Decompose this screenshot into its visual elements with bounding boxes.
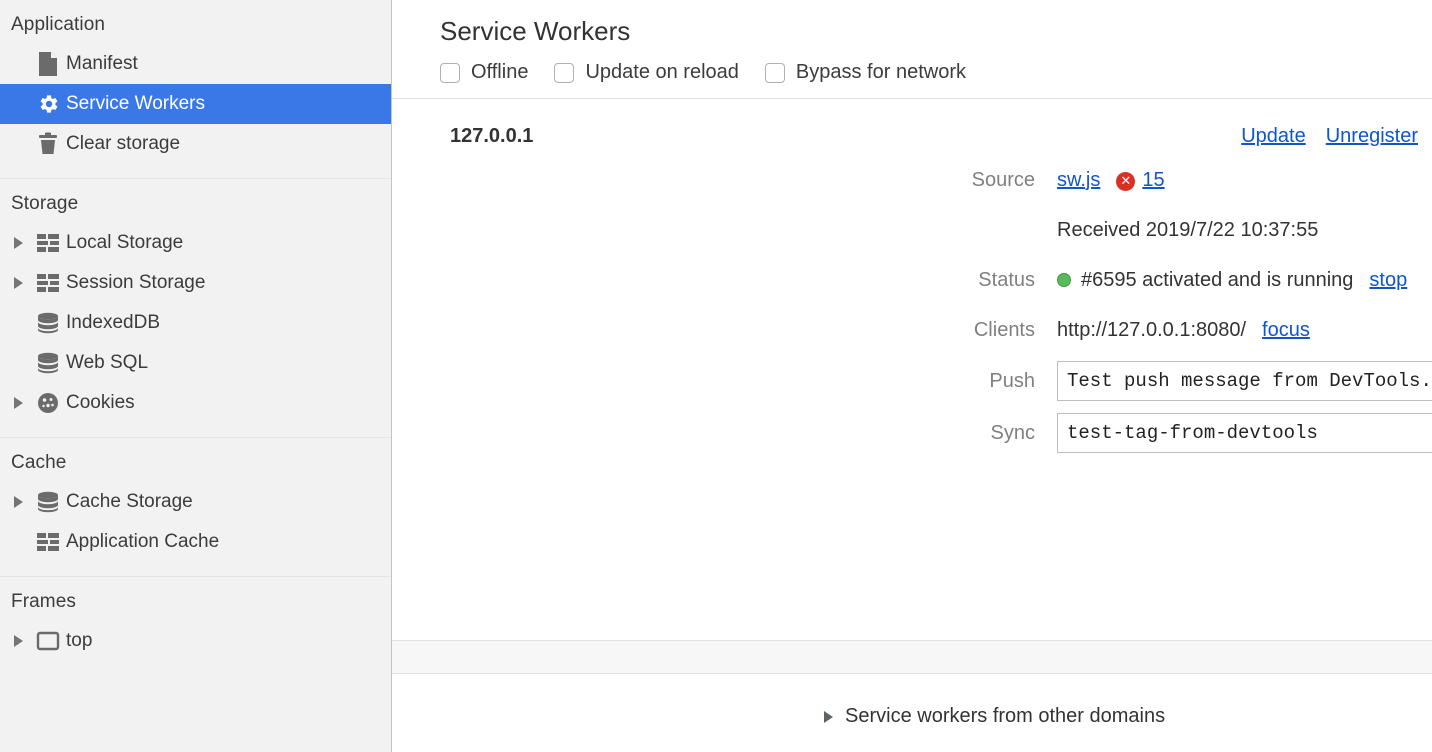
- sidebar-item-application-cache[interactable]: Application Cache: [0, 522, 391, 562]
- sidebar-item-session-storage[interactable]: Session Storage: [0, 263, 391, 303]
- frame-icon: [32, 631, 64, 651]
- sidebar-item-top[interactable]: top: [0, 621, 391, 661]
- status-text: #6595 activated and is running: [1081, 268, 1354, 291]
- sidebar-item-label: Service Workers: [66, 93, 206, 114]
- source-row: Source sw.js ✕ 15: [392, 160, 1432, 200]
- sidebar-item-label: Application Cache: [66, 531, 220, 552]
- stop-link[interactable]: stop: [1369, 269, 1407, 292]
- service-worker-toolbar: Offline Update on reload Bypass for netw…: [440, 61, 1432, 98]
- status-label: Status: [978, 268, 1035, 291]
- sync-input[interactable]: [1057, 413, 1432, 453]
- checkbox-label: Offline: [471, 61, 529, 83]
- sidebar-item-label: Session Storage: [66, 272, 206, 293]
- sidebar-item-service-workers[interactable]: Service Workers: [0, 84, 391, 124]
- sidebar-item-label: Web SQL: [66, 352, 149, 373]
- checkbox-label: Bypass for network: [795, 61, 966, 83]
- checkbox-box[interactable]: [440, 62, 460, 83]
- received-row: Received 2019/7/22 10:37:55: [392, 210, 1432, 250]
- sidebar-item-label: Clear storage: [66, 133, 181, 154]
- service-workers-panel: Service Workers Offline Update on reload…: [392, 0, 1432, 752]
- sidebar-item-manifest[interactable]: Manifest: [0, 44, 391, 84]
- page-title: Service Workers: [440, 16, 631, 46]
- clients-label: Clients: [973, 318, 1035, 341]
- other-domains-toggle[interactable]: Service workers from other domains: [824, 705, 1165, 728]
- sidebar-section-title: Cache: [11, 452, 67, 473]
- chevron-right-icon[interactable]: [14, 397, 32, 409]
- focus-link[interactable]: focus: [1262, 319, 1310, 342]
- sidebar-section-title: Frames: [11, 591, 76, 612]
- service-worker-registration: 127.0.0.1 Update Unregister Source sw.js…: [392, 99, 1432, 454]
- bypass-for-network-checkbox[interactable]: Bypass for network: [764, 61, 966, 84]
- sidebar-section-cache: Cache Cache Storage Application Cache: [0, 438, 391, 577]
- checkbox-box[interactable]: [554, 62, 575, 83]
- chevron-right-icon[interactable]: [14, 635, 32, 647]
- source-label: Source: [971, 168, 1035, 191]
- received-text: Received 2019/7/22 10:37:55: [1057, 218, 1319, 241]
- clients-value: http://127.0.0.1:8080/ focus: [1057, 319, 1310, 342]
- table-icon: [32, 532, 64, 552]
- chevron-right-icon[interactable]: [824, 710, 833, 723]
- offline-checkbox[interactable]: Offline: [440, 61, 528, 84]
- sync-value: Sync: [1057, 412, 1432, 454]
- sidebar-item-label: top: [66, 630, 93, 651]
- chevron-right-icon[interactable]: [14, 496, 32, 508]
- database-icon: [32, 491, 64, 513]
- sidebar-item-indexeddb[interactable]: IndexedDB: [0, 303, 391, 343]
- chevron-right-icon[interactable]: [14, 237, 32, 249]
- push-input[interactable]: [1057, 361, 1432, 401]
- registration-header: 127.0.0.1 Update Unregister: [392, 99, 1432, 148]
- sidebar-section-title: Storage: [11, 193, 79, 214]
- sidebar-section-title: Application: [11, 14, 106, 35]
- clients-row: Clients http://127.0.0.1:8080/ focus: [392, 310, 1432, 350]
- devtools-application-panel: Application Manifest Service Workers Cle…: [0, 0, 1432, 752]
- update-on-reload-checkbox[interactable]: Update on reload: [554, 61, 739, 84]
- document-icon: [32, 51, 64, 77]
- sidebar-item-clear-storage[interactable]: Clear storage: [0, 124, 391, 164]
- chevron-right-icon[interactable]: [14, 277, 32, 289]
- sidebar-item-cache-storage[interactable]: Cache Storage: [0, 482, 391, 522]
- other-domains-label: Service workers from other domains: [845, 705, 1166, 727]
- sidebar-item-label: Cookies: [66, 392, 135, 413]
- push-value: Push: [1057, 360, 1432, 402]
- sidebar-item-label: Local Storage: [66, 232, 184, 253]
- status-value: #6595 activated and is running stop: [1057, 269, 1407, 292]
- sync-label: Sync: [990, 421, 1035, 444]
- cookie-icon: [32, 391, 64, 415]
- client-url: http://127.0.0.1:8080/: [1057, 318, 1247, 341]
- database-icon: [32, 352, 64, 374]
- section-separator-band: [392, 640, 1432, 674]
- registration-fields: Source sw.js ✕ 15 Received 2019/7/22 10:…: [392, 148, 1432, 454]
- sidebar-item-cookies[interactable]: Cookies: [0, 383, 391, 423]
- sidebar-item-label: Manifest: [66, 53, 138, 74]
- gear-icon: [32, 92, 64, 116]
- sync-row: Sync Sync: [392, 412, 1432, 454]
- table-icon: [32, 233, 64, 253]
- push-row: Push Push: [392, 360, 1432, 402]
- database-icon: [32, 312, 64, 334]
- registration-actions: Update Unregister: [1241, 125, 1418, 148]
- sidebar: Application Manifest Service Workers Cle…: [0, 0, 392, 752]
- sidebar-item-web-sql[interactable]: Web SQL: [0, 343, 391, 383]
- sidebar-item-local-storage[interactable]: Local Storage: [0, 223, 391, 263]
- checkbox-label: Update on reload: [585, 61, 739, 83]
- error-circle-icon: ✕: [1116, 171, 1136, 191]
- source-value: sw.js ✕ 15: [1057, 169, 1165, 192]
- registration-origin: 127.0.0.1: [450, 125, 534, 147]
- sidebar-item-label: IndexedDB: [66, 312, 161, 333]
- table-icon: [32, 273, 64, 293]
- checkbox-box[interactable]: [764, 62, 785, 83]
- panel-header: Service Workers Offline Update on reload…: [392, 0, 1432, 98]
- status-dot-icon: [1057, 273, 1071, 287]
- push-label: Push: [989, 369, 1035, 392]
- error-count-link[interactable]: 15: [1142, 169, 1164, 192]
- sidebar-section-application: Application Manifest Service Workers Cle…: [0, 0, 391, 179]
- source-file-link[interactable]: sw.js: [1057, 169, 1100, 192]
- sidebar-section-frames: Frames top: [0, 577, 391, 675]
- trash-icon: [32, 132, 64, 156]
- status-row: Status #6595 activated and is running st…: [392, 260, 1432, 300]
- sidebar-item-label: Cache Storage: [66, 491, 193, 512]
- update-link[interactable]: Update: [1241, 125, 1306, 148]
- sidebar-section-storage: Storage Local Storage Session Storage In…: [0, 179, 391, 438]
- unregister-link[interactable]: Unregister: [1326, 125, 1418, 148]
